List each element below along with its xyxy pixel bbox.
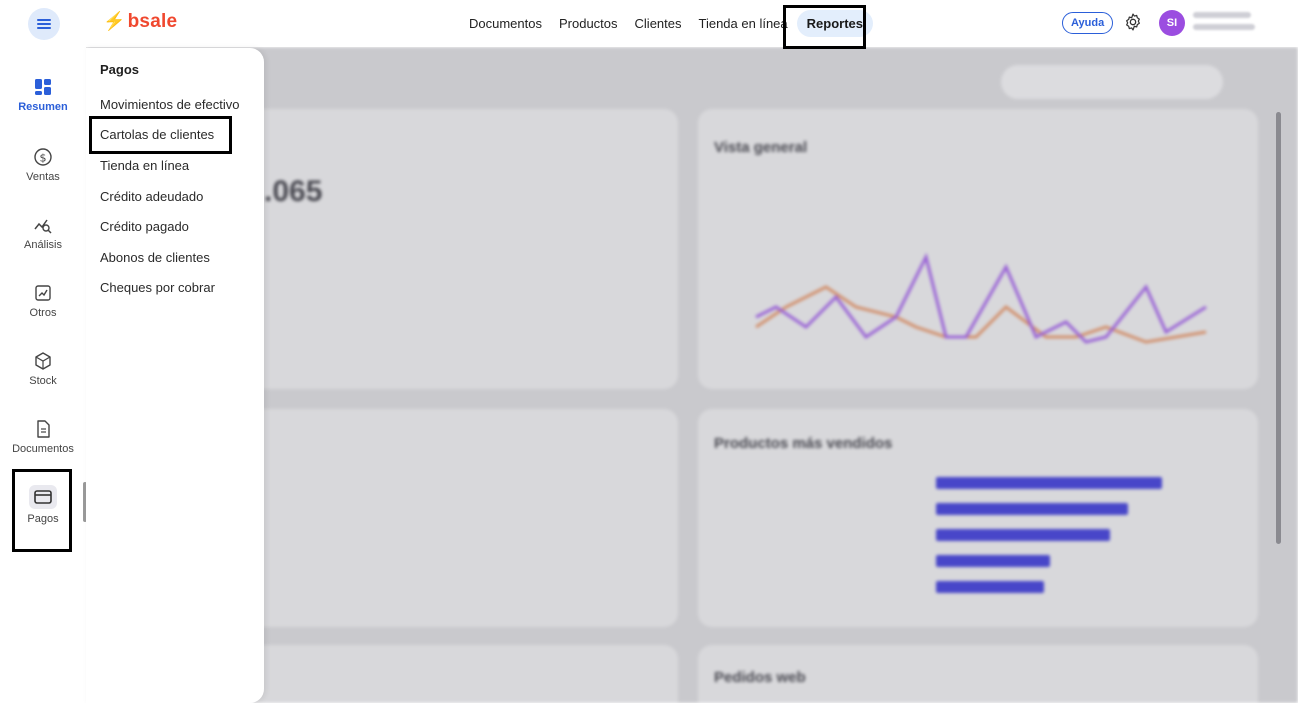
cartolas-highlight-box: [89, 116, 232, 154]
sidebar-item-analisis[interactable]: Análisis: [0, 215, 86, 251]
nav-documentos[interactable]: Documentos: [469, 16, 542, 31]
menu-item-credito-adeudado[interactable]: Crédito adeudado: [100, 189, 203, 204]
svg-text:$: $: [40, 152, 47, 165]
user-info-blurred: [1193, 12, 1255, 36]
overview-title: Vista general: [714, 139, 808, 156]
gear-icon[interactable]: [1123, 12, 1143, 32]
dashboard-background: .065 Vista general Productos más vendido…: [86, 47, 1298, 703]
menu-item-credito-pagado[interactable]: Crédito pagado: [100, 219, 189, 234]
sidebar-item-label: Resumen: [18, 101, 68, 113]
sidebar-item-label: Ventas: [26, 171, 60, 183]
sidebar-item-documentos[interactable]: Documentos: [0, 419, 86, 455]
sidebar-item-ventas[interactable]: $ Ventas: [0, 147, 86, 183]
menu-item-tienda-en-linea[interactable]: Tienda en línea: [100, 158, 189, 173]
nav-clientes[interactable]: Clientes: [635, 16, 682, 31]
avatar[interactable]: SI: [1159, 10, 1185, 36]
dashboard-icon: [35, 79, 51, 95]
reportes-highlight-box: [783, 5, 866, 49]
menu-item-cheques-por-cobrar[interactable]: Cheques por cobrar: [100, 280, 215, 295]
top-bar: ⚡ bsale Documentos Productos Clientes Tie…: [0, 0, 1298, 49]
menu-icon[interactable]: [28, 8, 60, 40]
trend-chart-icon: [35, 285, 51, 301]
nav-productos[interactable]: Productos: [559, 16, 618, 31]
page-scrollbar[interactable]: [1276, 112, 1281, 544]
logo-text: bsale: [127, 11, 178, 32]
pagos-highlight-box: [12, 469, 72, 552]
menu-item-movimientos-efectivo[interactable]: Movimientos de efectivo: [100, 97, 239, 112]
left-sidebar: Resumen $ Ventas Análisis Otros Stock Do…: [0, 47, 87, 703]
product-bar: [936, 503, 1128, 515]
overview-chart: [755, 252, 1207, 344]
web-orders-title: Pedidos web: [714, 669, 806, 686]
nav-tienda-en-linea[interactable]: Tienda en línea: [699, 16, 788, 31]
product-bar: [936, 555, 1050, 567]
bsale-logo[interactable]: ⚡ bsale: [103, 11, 177, 33]
document-icon: [37, 420, 50, 438]
analysis-icon: [34, 219, 52, 234]
box-icon: [35, 352, 51, 370]
sidebar-item-stock[interactable]: Stock: [0, 351, 86, 387]
dollar-circle-icon: $: [34, 148, 52, 166]
product-bar: [936, 477, 1162, 489]
sidebar-item-label: Stock: [29, 375, 57, 387]
sidebar-item-label: Documentos: [12, 443, 74, 455]
date-range-picker[interactable]: [1001, 65, 1223, 99]
help-button[interactable]: Ayuda: [1062, 12, 1114, 34]
big-value: .065: [264, 175, 323, 208]
menu-item-abonos-clientes[interactable]: Abonos de clientes: [100, 250, 210, 265]
dropdown-title: Pagos: [100, 62, 140, 77]
sidebar-item-label: Análisis: [24, 239, 62, 251]
top-products-title: Productos más vendidos: [714, 435, 893, 452]
product-bar: [936, 581, 1044, 593]
sidebar-item-otros[interactable]: Otros: [0, 283, 86, 319]
sidebar-item-label: Otros: [29, 307, 57, 319]
sidebar-item-resumen[interactable]: Resumen: [0, 77, 86, 113]
product-bar: [936, 529, 1110, 541]
